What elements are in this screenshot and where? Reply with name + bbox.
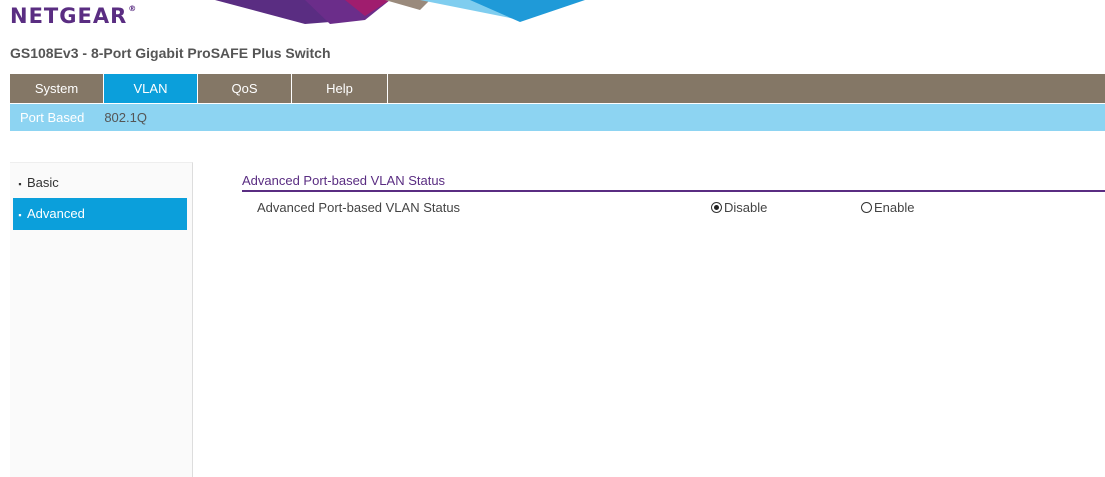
vlan-status-label: Advanced Port-based VLAN Status [257,200,461,215]
sidebar-item-advanced[interactable]: ▪ Advanced [13,198,187,230]
disable-label: Disable [724,200,768,215]
subtab-802-1q[interactable]: 802.1Q [94,110,157,125]
section-title: Advanced Port-based VLAN Status [242,173,446,188]
sidebar-item-label: Basic [27,175,59,190]
radio-selected-dot [714,205,719,210]
tab-vlan[interactable]: VLAN [104,74,198,103]
enable-radio-option[interactable]: Enable [861,200,914,215]
netgear-logo: NETGEAR® [10,4,138,28]
sub-nav: Port Based 802.1Q [10,104,1105,131]
disable-radio-button[interactable] [711,202,722,213]
tab-help[interactable]: Help [292,74,388,103]
enable-radio-button[interactable] [861,202,872,213]
subtab-port-based[interactable]: Port Based [10,110,94,125]
banner-graphic [215,0,585,24]
tab-system[interactable]: System [10,74,104,103]
sidebar-item-basic[interactable]: ▪ Basic [13,167,187,199]
disable-radio-option[interactable]: Disable [711,200,767,215]
sidebar: ▪ Basic ▪ Advanced [10,162,193,477]
bullet-icon: ▪ [18,179,22,189]
product-title: GS108Ev3 - 8-Port Gigabit ProSAFE Plus S… [10,45,331,61]
bullet-icon: ▪ [18,210,22,220]
top-nav: System VLAN QoS Help [10,74,1105,103]
sidebar-item-label: Advanced [27,206,85,221]
section-divider [242,190,1105,192]
tab-qos[interactable]: QoS [198,74,292,103]
enable-label: Enable [874,200,915,215]
